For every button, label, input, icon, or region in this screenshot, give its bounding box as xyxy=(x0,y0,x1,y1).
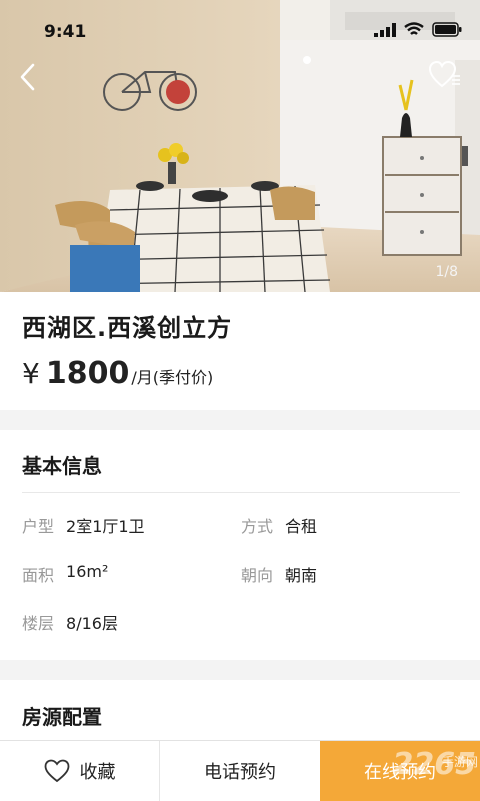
info-orientation: 朝向 朝南 xyxy=(241,562,317,586)
amenities-heading: 房源配置 xyxy=(22,705,102,729)
info-layout: 户型 2室1厅1卫 xyxy=(22,513,145,537)
chevron-left-icon xyxy=(20,63,35,91)
info-value: 16m² xyxy=(66,562,109,581)
status-bar: 9:41 xyxy=(0,0,480,60)
heart-icon xyxy=(428,60,460,88)
wifi-icon xyxy=(404,22,424,35)
battery-icon xyxy=(432,22,462,37)
phone-booking-label: 电话预约 xyxy=(204,762,276,783)
price: ¥ 1800 /月(季付价) xyxy=(22,356,213,391)
favorite-button[interactable]: 收藏 xyxy=(0,741,160,801)
price-unit: /月(季付价) xyxy=(131,368,214,387)
online-booking-label: 在线预约 xyxy=(364,762,436,783)
info-label: 楼层 xyxy=(22,614,55,633)
info-label: 面积 xyxy=(22,566,55,585)
favorite-label: 收藏 xyxy=(79,762,116,783)
photo-counter: 1/8 xyxy=(435,264,458,280)
phone-booking-button[interactable]: 电话预约 xyxy=(160,741,320,801)
price-currency: ¥ xyxy=(22,357,40,390)
heart-icon xyxy=(44,759,69,783)
divider xyxy=(22,492,460,493)
info-label: 户型 xyxy=(22,517,55,536)
section-gap xyxy=(0,660,480,680)
info-value: 朝南 xyxy=(285,566,318,585)
basic-info-heading: 基本信息 xyxy=(22,454,102,478)
signal-icon xyxy=(374,22,396,37)
status-icons xyxy=(374,22,462,37)
info-rent-type: 方式 合租 xyxy=(241,513,317,537)
favorite-top-button[interactable] xyxy=(428,60,462,90)
status-time: 9:41 xyxy=(44,22,87,42)
price-value: 1800 xyxy=(45,356,130,391)
listing-title: 西湖区.西溪创立方 xyxy=(22,314,233,342)
photo-gallery[interactable]: 9:41 1/8 xyxy=(0,0,480,292)
info-floor: 楼层 8/16层 xyxy=(22,610,118,634)
section-gap xyxy=(0,410,480,430)
info-label: 朝向 xyxy=(241,566,274,585)
info-area: 面积 16m² xyxy=(22,562,108,586)
info-label: 方式 xyxy=(241,517,274,536)
bottom-action-bar: 收藏 电话预约 2265 手游网 在线预约 xyxy=(0,740,480,801)
watermark-text: 手游网 xyxy=(441,755,478,769)
online-booking-button[interactable]: 2265 手游网 在线预约 xyxy=(320,741,480,801)
info-value: 8/16层 xyxy=(66,614,118,633)
back-button[interactable] xyxy=(14,60,44,94)
info-value: 2室1厅1卫 xyxy=(66,517,145,536)
info-value: 合租 xyxy=(285,517,318,536)
